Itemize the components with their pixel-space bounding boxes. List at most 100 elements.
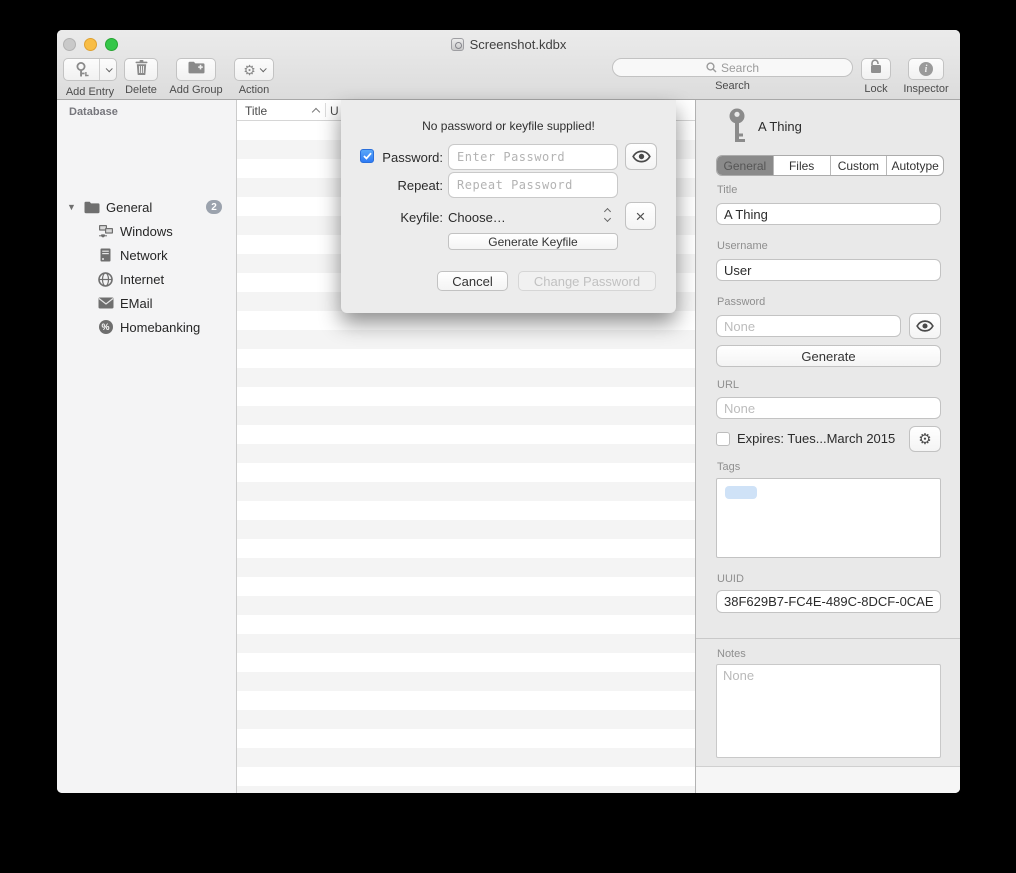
sidebar-item-windows[interactable]: Windows [57,220,236,242]
eye-icon [916,320,934,332]
sidebar-item-email[interactable]: EMail [57,292,236,314]
expires-label: Expires: Tues...March 2015 [737,431,895,446]
action-button[interactable]: ⚙ [234,58,274,81]
column-header-title[interactable]: Title [245,100,267,121]
search-label: Search [612,80,853,92]
delete-group: Delete [121,58,161,96]
expires-settings-button[interactable]: ⚙ [909,426,941,452]
username-label: Username [717,240,768,252]
titlebar: Screenshot.kdbx [57,30,960,58]
sidebar-item-label: Homebanking [120,320,200,335]
cancel-button[interactable]: Cancel [437,271,508,291]
info-icon: i [919,62,933,76]
close-icon: × [636,208,646,225]
add-entry-label: Add Entry [61,86,119,98]
windows-network-icon [97,224,114,238]
inspector-tabs: General Files Custom Autotype [716,155,944,176]
change-password-button[interactable]: Change Password [518,271,656,291]
sheet-reveal-password-button[interactable] [625,143,657,170]
lock-label: Lock [857,83,895,95]
title-field[interactable] [716,203,941,225]
entry-count-badge: 2 [206,200,222,214]
generate-button[interactable]: Generate [716,345,941,367]
generate-keyfile-button[interactable]: Generate Keyfile [448,233,618,250]
tag-chip[interactable] [725,486,757,499]
search-group: Search Search [612,58,853,92]
sidebar-section-header: Database [69,106,118,118]
sheet-password-label: Password: [377,150,443,165]
globe-icon [97,272,114,287]
delete-button[interactable] [124,58,158,81]
window-title: Screenshot.kdbx [470,37,567,52]
app-window: Screenshot.kdbx Add Entry Delete [57,30,960,793]
password-label: Password [717,296,765,308]
action-label: Action [233,84,275,96]
key-plus-icon [64,59,100,80]
keyfile-clear-button[interactable]: × [625,202,656,230]
search-input[interactable]: Search [612,58,853,77]
add-group-group: Add Group [165,58,227,96]
percent-icon: % [97,320,114,334]
tab-files[interactable]: Files [774,156,831,175]
column-divider[interactable] [325,103,326,117]
sheet-password-input[interactable] [448,144,618,170]
search-icon [706,62,717,73]
sheet-keyfile-label: Keyfile: [377,210,443,225]
tags-label: Tags [717,461,740,473]
disclosure-triangle-icon[interactable]: ▼ [67,202,76,212]
window-chrome: Screenshot.kdbx Add Entry Delete [57,30,960,100]
uuid-label: UUID [717,573,744,585]
keyfile-popup[interactable]: Choose… [448,210,506,225]
sidebar-item-homebanking[interactable]: % Homebanking [57,316,236,338]
tab-custom[interactable]: Custom [831,156,888,175]
notes-label: Notes [717,648,746,660]
lock-open-icon [869,59,883,79]
add-group-button[interactable] [176,58,216,81]
gear-icon: ⚙ [243,63,256,77]
password-enable-checkbox[interactable] [360,149,374,163]
server-icon [97,248,114,262]
chevron-down-icon [259,65,266,72]
url-field[interactable] [716,397,941,419]
checkmark-icon [363,152,372,160]
lock-button[interactable] [861,58,891,80]
sidebar-item-network[interactable]: Network [57,244,236,266]
expires-checkbox[interactable] [716,432,730,446]
entry-title: A Thing [758,119,802,134]
tags-field[interactable] [716,478,941,558]
search-placeholder: Search [721,61,759,75]
add-entry-group: Add Entry [61,58,119,98]
lock-group: Lock [857,58,895,95]
keyfile-stepper-icon[interactable] [605,209,610,221]
add-entry-dropdown-icon[interactable] [100,59,116,80]
inspector-divider [696,638,960,639]
action-group: ⚙ Action [233,58,275,96]
username-field[interactable] [716,259,941,281]
sidebar-item-internet[interactable]: Internet [57,268,236,290]
folder-plus-icon [188,61,205,79]
trash-icon [135,60,148,80]
inspector-group: i Inspector [900,58,952,95]
sheet-repeat-input[interactable] [448,172,618,198]
url-label: URL [717,379,739,391]
change-password-sheet: No password or keyfile supplied! Passwor… [341,100,676,313]
add-entry-button[interactable] [63,58,117,81]
password-field[interactable] [716,315,901,337]
envelope-icon [97,297,114,309]
delete-label: Delete [121,84,161,96]
add-group-label: Add Group [165,84,227,96]
sidebar-item-general[interactable]: ▼ General 2 [57,196,236,218]
inspector-button[interactable]: i [908,58,944,80]
sidebar-item-label: General [106,200,152,215]
tab-autotype[interactable]: Autotype [887,156,943,175]
column-header-username[interactable]: U [330,100,339,121]
sheet-message: No password or keyfile supplied! [341,119,676,133]
inspector-footer [696,766,960,793]
sidebar: Database ▼ General 2 Windows Network [57,100,237,793]
folder-icon [83,201,100,214]
tab-general[interactable]: General [717,156,774,175]
notes-field[interactable] [716,664,941,758]
reveal-password-button[interactable] [909,313,941,339]
sheet-repeat-label: Repeat: [377,178,443,193]
uuid-field[interactable] [716,590,941,613]
